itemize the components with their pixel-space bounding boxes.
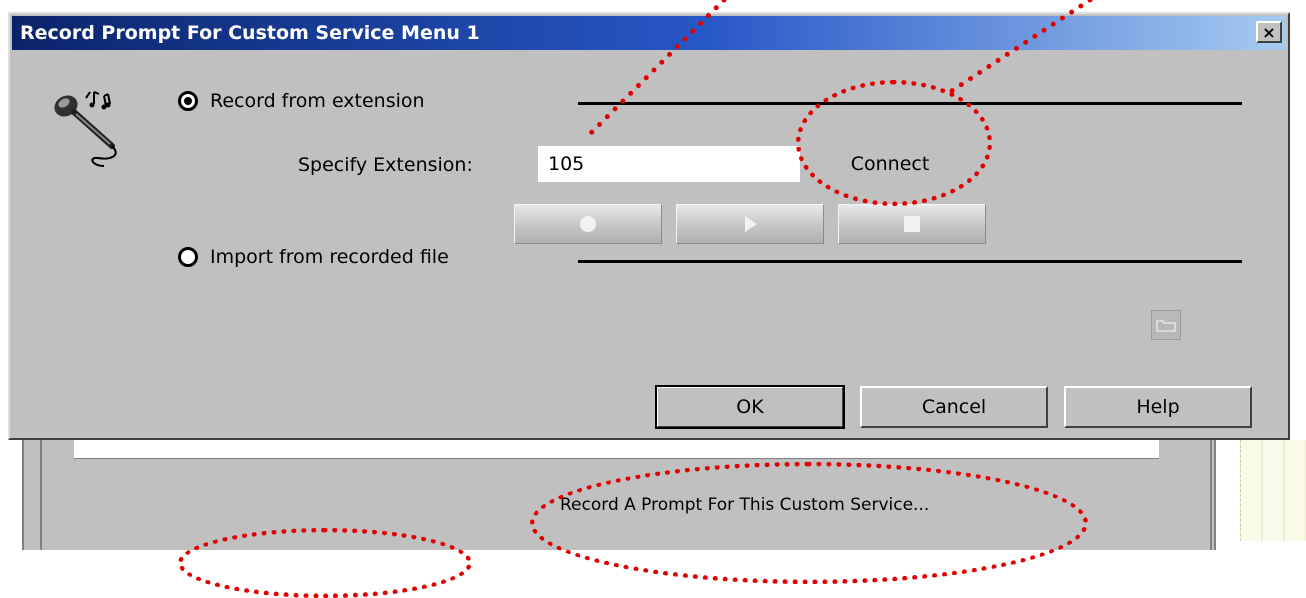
help-button[interactable]: Help [1064, 386, 1252, 428]
help-label: Help [1136, 396, 1180, 418]
dialog-title: Record Prompt For Custom Service Menu 1 [20, 22, 480, 44]
extension-input[interactable] [538, 146, 800, 182]
stop-button[interactable] [838, 204, 986, 244]
background-input-bar [74, 440, 1159, 459]
extension-label: Specify Extension: [298, 154, 473, 176]
radio-import-from-file[interactable]: Import from recorded file [178, 246, 449, 268]
radio-dot [184, 97, 192, 105]
radio-record-from-extension[interactable]: Record from extension [178, 90, 425, 112]
cancel-label: Cancel [921, 396, 987, 418]
record-button[interactable] [514, 204, 662, 244]
radio-label: Import from recorded file [210, 246, 449, 268]
close-button[interactable]: × [1256, 21, 1282, 43]
ok-button[interactable]: OK [655, 385, 845, 429]
stop-icon [904, 216, 920, 232]
record-prompt-dialog: Record Prompt For Custom Service Menu 1 … [8, 12, 1290, 440]
radio-button[interactable] [178, 247, 198, 267]
annotation-oval-bottom [178, 528, 472, 598]
close-icon: × [1262, 22, 1276, 42]
radio-label: Record from extension [210, 90, 425, 112]
radio-button[interactable] [178, 91, 198, 111]
cancel-button[interactable]: Cancel [860, 386, 1048, 428]
play-icon [745, 216, 757, 232]
section-divider [578, 260, 1242, 263]
browse-file-button[interactable] [1151, 310, 1181, 340]
ok-label: OK [736, 396, 764, 418]
play-button[interactable] [676, 204, 824, 244]
microphone-icon [54, 91, 117, 167]
title-bar[interactable]: Record Prompt For Custom Service Menu 1 … [12, 16, 1286, 50]
folder-browse-icon [1156, 320, 1176, 332]
record-icon [580, 216, 596, 232]
background-divider [40, 440, 42, 550]
background-side-panel [1240, 440, 1306, 541]
annotation-oval-status [530, 462, 1088, 584]
annotation-oval-connect [796, 80, 992, 206]
background-divider [1210, 440, 1212, 550]
